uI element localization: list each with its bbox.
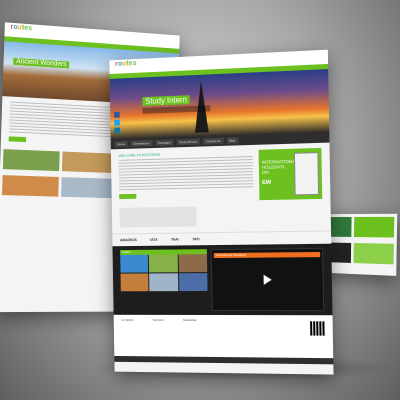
social-links [114, 111, 121, 134]
nav-item[interactable]: Blog [226, 137, 239, 144]
right-thumb [353, 216, 395, 238]
partner-logo: TAFI [192, 237, 200, 242]
back-thumb [2, 149, 61, 172]
gallery-thumb[interactable] [178, 254, 208, 273]
read-more-button[interactable] [119, 193, 137, 200]
partner-logo: IATA [150, 237, 158, 242]
front-hero-title: Study Intern [142, 95, 190, 107]
nav-item[interactable]: Home [114, 140, 128, 148]
photo-gallery: Gallery [120, 249, 208, 311]
facebook-icon[interactable] [114, 111, 120, 118]
gallery-video-section: Gallery International Packages [112, 243, 333, 316]
phone-illustration [293, 152, 320, 196]
footer-col-heading: Services [152, 317, 164, 322]
gallery-thumb[interactable] [178, 273, 208, 292]
back-hero-title: Ancient Wonders [13, 57, 70, 69]
right-thumb [353, 243, 394, 265]
gallery-thumb[interactable] [149, 273, 178, 292]
nav-item[interactable]: Study Abroad [176, 138, 200, 146]
video-title: International Packages [213, 251, 321, 259]
nav-item[interactable]: Destinations [130, 140, 153, 147]
back-thumb [61, 177, 117, 199]
footer-columns: Company Services Newsletter [121, 318, 324, 323]
site-logo[interactable]: routes [115, 60, 137, 68]
linkedin-icon[interactable] [114, 127, 121, 134]
video-player[interactable]: International Packages [210, 247, 325, 312]
twitter-icon[interactable] [114, 119, 120, 126]
site-footer: Company Services Newsletter [113, 314, 334, 359]
back-read-more-button[interactable] [8, 136, 27, 143]
footer-col-heading: Newsletter [182, 317, 197, 322]
front-page-hero: Study Intern [109, 69, 330, 140]
welcome-section: WELCOME TO ROUTES4U [119, 150, 254, 203]
gallery-thumb[interactable] [120, 273, 149, 292]
gallery-thumb[interactable] [149, 254, 178, 273]
promo-text: INTERNATIONAL HOLIDAYS ON [261, 158, 298, 175]
partner-logo: TAAI [170, 237, 179, 242]
emi-promo-banner[interactable]: INTERNATIONAL HOLIDAYS ON EMI [258, 147, 323, 201]
front-page-body: WELCOME TO ROUTES4U INTERNATIONAL HOLIDA… [111, 143, 331, 209]
nav-item[interactable]: Contact Us [202, 137, 224, 145]
front-page-mockup: routes Study Intern Home Destinations Pa… [109, 49, 334, 375]
gallery-thumbnails [120, 254, 208, 292]
play-icon[interactable] [263, 274, 272, 285]
footer-col-heading: Company [121, 317, 134, 322]
back-thumb [62, 151, 118, 174]
gallery-thumb[interactable] [120, 254, 149, 273]
quick-enquiry-box [119, 206, 197, 228]
back-thumb [1, 175, 60, 197]
partner-logo: AMADEUS [119, 238, 137, 243]
welcome-text-lines [118, 156, 254, 192]
qr-code-icon [310, 321, 325, 336]
site-logo: routes [10, 23, 33, 33]
promo-emi-label: EMI [262, 179, 272, 187]
nav-item[interactable]: Packages [155, 139, 174, 146]
